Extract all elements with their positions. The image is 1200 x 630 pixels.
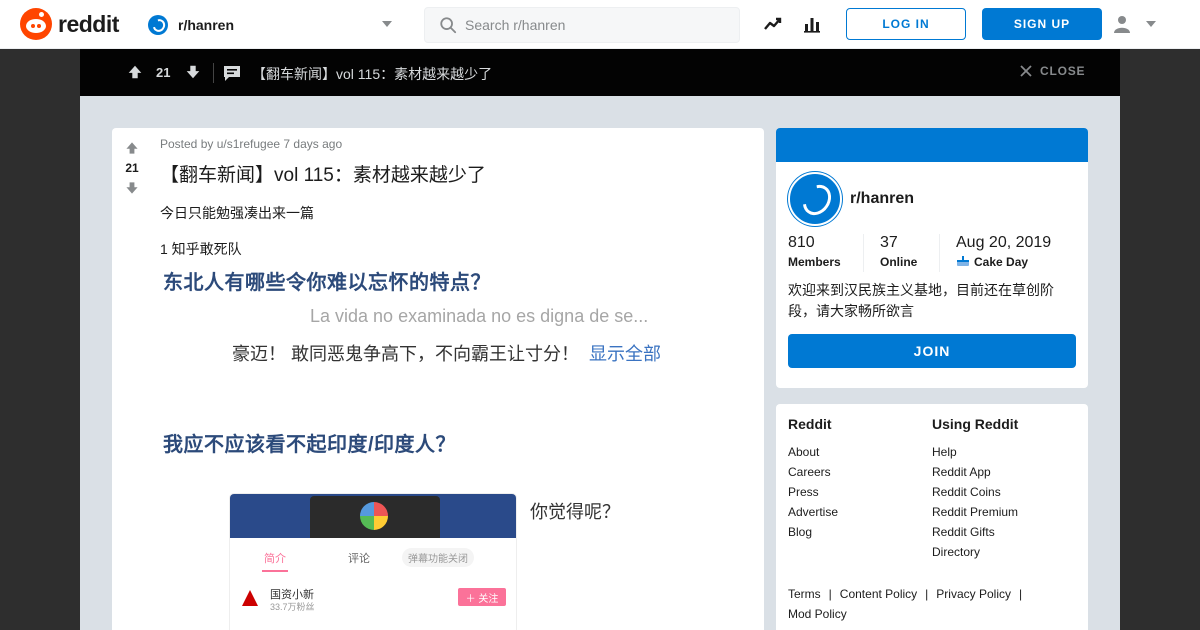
- footer-column-title: Using Reddit: [932, 416, 1019, 432]
- trending-icon[interactable]: [762, 13, 784, 35]
- community-description: 欢迎来到汉民族主义基地，目前还在草创阶段，请大家畅所欲言: [788, 282, 1054, 319]
- join-button[interactable]: JOIN: [788, 334, 1076, 368]
- cakeday-label-row: Cake Day: [956, 255, 1051, 269]
- community-icon[interactable]: [788, 172, 842, 226]
- footer-link-reddit-coins[interactable]: Reddit Coins: [932, 482, 1018, 502]
- image-answer-text: 豪迈！ 敢同恶鬼争高下，不向霸王让寸分！: [232, 344, 579, 364]
- footer-link-reddit-app[interactable]: Reddit App: [932, 462, 1018, 482]
- footer-link-reddit-gifts[interactable]: Reddit Gifts: [932, 522, 1018, 542]
- footer-link-content-policy[interactable]: Content Policy: [840, 587, 917, 601]
- stats-icon[interactable]: [801, 13, 823, 35]
- footer-link-blog[interactable]: Blog: [788, 522, 838, 542]
- cake-icon: [957, 256, 969, 266]
- footer-link-reddit-premium[interactable]: Reddit Premium: [932, 502, 1018, 522]
- post-card: 21 Posted by u/s1refugee 7 days ago 【翻车新…: [112, 128, 764, 630]
- separator: |: [828, 587, 832, 601]
- upvote-icon[interactable]: [124, 140, 140, 156]
- image-tab-row: 简介 评论 弹幕功能关闭: [230, 546, 516, 572]
- chevron-down-icon: [1146, 21, 1156, 27]
- footer-link-press[interactable]: Press: [788, 482, 838, 502]
- user-menu[interactable]: [1112, 14, 1162, 34]
- image-emblem-logo: [360, 502, 388, 530]
- footer-column-using-reddit: Using Reddit Help Reddit App Reddit Coin…: [932, 416, 1018, 562]
- separator: |: [1018, 587, 1023, 601]
- top-nav: reddit r/hanren LOG IN SIGN UP: [0, 0, 1200, 49]
- footer-link-privacy-policy[interactable]: Privacy Policy: [936, 587, 1011, 601]
- divider: [863, 234, 864, 272]
- subreddit-selector-label: r/hanren: [178, 17, 235, 33]
- members-count: 810: [788, 234, 815, 251]
- post-header-bar: 21 【翻车新闻】vol 115：素材越来越少了 CLOSE: [80, 49, 1120, 96]
- divider: [213, 63, 214, 83]
- post-score: 21: [156, 65, 171, 80]
- online-stat: 37 Online: [880, 234, 917, 269]
- image-account-logo: [242, 590, 258, 606]
- image-phone-screenshot: 简介 评论 弹幕功能关闭 国资小新 33.7万粉丝 ＋ 关注: [230, 494, 516, 630]
- upvote-icon[interactable]: [126, 63, 144, 81]
- close-button[interactable]: CLOSE: [1020, 64, 1085, 78]
- divider: [939, 234, 940, 272]
- online-count: 37: [880, 234, 898, 251]
- signup-button[interactable]: SIGN UP: [982, 8, 1102, 40]
- comment-icon: [224, 66, 240, 81]
- cakeday-date: Aug 20, 2019: [956, 234, 1052, 251]
- post-image: 东北人有哪些令你难以忘怀的特点？ La vida no examinada no…: [160, 262, 720, 630]
- close-icon: [1020, 65, 1032, 77]
- footer-link-advertise[interactable]: Advertise: [788, 502, 838, 522]
- user-icon: [1114, 16, 1130, 33]
- footer-column-title: Reddit: [788, 416, 832, 432]
- image-tab: 评论: [348, 553, 370, 565]
- image-tab: 简介: [262, 550, 288, 572]
- post-body-text: 1 知乎敢死队: [160, 241, 242, 257]
- post-title: 【翻车新闻】vol 115：素材越来越少了: [160, 165, 486, 186]
- search-input[interactable]: [465, 17, 725, 33]
- footer-link-careers[interactable]: Careers: [788, 462, 838, 482]
- image-question-heading: 东北人有哪些令你难以忘怀的特点？: [163, 272, 491, 294]
- login-button[interactable]: LOG IN: [846, 8, 966, 40]
- members-label: Members: [788, 255, 841, 269]
- cakeday-label: Cake Day: [974, 255, 1029, 269]
- post-body-text: 今日只能勉强凑出来一篇: [160, 205, 314, 221]
- chevron-down-icon: [382, 21, 392, 27]
- post-header-title: 【翻车新闻】vol 115：素材越来越少了: [252, 66, 493, 82]
- reddit-logo[interactable]: reddit: [20, 8, 119, 40]
- search-bar[interactable]: [424, 7, 740, 43]
- image-follow-button: ＋ 关注: [458, 588, 506, 606]
- subreddit-icon: [148, 15, 168, 35]
- post-meta: Posted by u/s1refugee 7 days ago: [160, 137, 343, 151]
- community-card: r/hanren 810 Members 37 Online Aug 20, 2…: [776, 128, 1088, 388]
- footer-link-help[interactable]: Help: [932, 442, 1018, 462]
- footer-link-mod-policy[interactable]: Mod Policy: [788, 607, 847, 621]
- community-name[interactable]: r/hanren: [850, 190, 914, 208]
- downvote-icon[interactable]: [124, 180, 140, 196]
- close-label: CLOSE: [1040, 64, 1086, 78]
- reddit-logo-icon: [20, 8, 52, 40]
- vote-score: 21: [125, 161, 139, 175]
- search-icon: [440, 17, 457, 34]
- image-tab: 弹幕功能关闭: [402, 548, 474, 567]
- community-banner: [776, 128, 1088, 162]
- image-account-fans: 33.7万粉丝: [270, 602, 315, 612]
- subreddit-selector[interactable]: r/hanren: [148, 12, 398, 38]
- logo-wordmark: reddit: [58, 10, 119, 37]
- separator: |: [925, 587, 929, 601]
- image-show-more: 显示全部: [589, 344, 661, 364]
- online-label: Online: [880, 255, 918, 269]
- image-answer-faded: La vida no examinada no es digna de se..…: [310, 306, 649, 326]
- footer-link-terms[interactable]: Terms: [788, 587, 821, 601]
- image-answer: 豪迈！ 敢同恶鬼争高下，不向霸王让寸分！ 显示全部: [232, 340, 661, 366]
- image-caption: 你觉得呢？: [530, 502, 620, 522]
- policy-links: Terms | Content Policy | Privacy Policy | Mod …: [788, 584, 1078, 624]
- footer-links-card: Reddit About Careers Press Advertise Blo…: [776, 404, 1088, 630]
- content-area: 21 Posted by u/s1refugee 7 days ago 【翻车新…: [80, 96, 1120, 630]
- image-question-heading: 我应不应该看不起印度/印度人？: [163, 434, 457, 456]
- footer-link-about[interactable]: About: [788, 442, 838, 462]
- members-stat: 810 Members: [788, 234, 841, 269]
- downvote-icon[interactable]: [184, 63, 202, 81]
- cakeday-stat: Aug 20, 2019 Cake Day: [956, 234, 1051, 269]
- footer-link-directory[interactable]: Directory: [932, 542, 1018, 562]
- footer-column-reddit: Reddit About Careers Press Advertise Blo…: [788, 416, 838, 542]
